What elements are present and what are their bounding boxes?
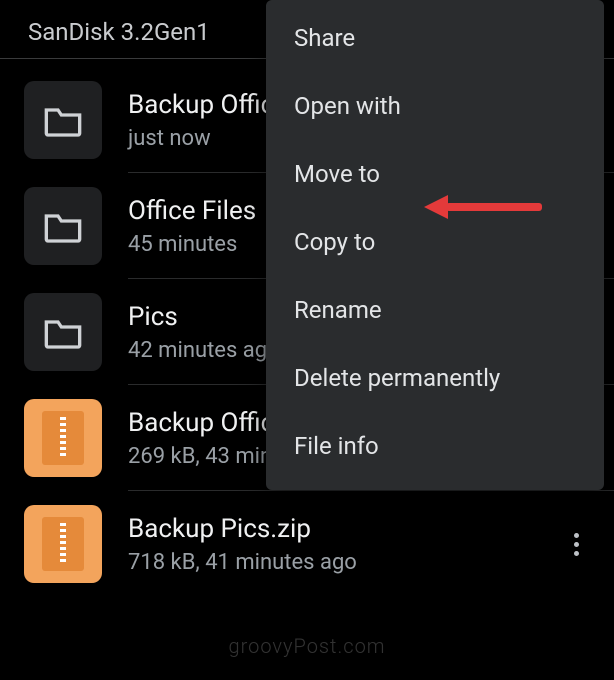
menu-item-share[interactable]: Share (266, 4, 604, 72)
menu-item-file-info[interactable]: File info (266, 412, 604, 480)
menu-item-delete-permanently[interactable]: Delete permanently (266, 344, 604, 412)
file-row-zip[interactable]: Backup Pics.zip 718 kB, 41 minutes ago (0, 491, 614, 597)
watermark: groovyPost.com (228, 634, 385, 658)
folder-icon (24, 187, 102, 265)
zip-icon (24, 399, 102, 477)
context-menu: Share Open with Move to Copy to Rename D… (266, 0, 604, 490)
file-name: Office Files (128, 196, 256, 226)
more-options-button[interactable] (556, 524, 596, 564)
file-name: Backup Pics.zip (128, 514, 357, 544)
menu-item-rename[interactable]: Rename (266, 276, 604, 344)
file-subtitle: 45 minutes (128, 232, 256, 257)
file-subtitle: 718 kB, 41 minutes ago (128, 550, 357, 575)
menu-item-move-to[interactable]: Move to (266, 140, 604, 208)
zip-icon (24, 505, 102, 583)
vertical-dots-icon (574, 533, 579, 556)
file-name: Pics (128, 302, 280, 332)
folder-icon (24, 293, 102, 371)
folder-icon (24, 81, 102, 159)
menu-item-copy-to[interactable]: Copy to (266, 208, 604, 276)
file-subtitle: 42 minutes ago (128, 338, 280, 363)
menu-item-open-with[interactable]: Open with (266, 72, 604, 140)
